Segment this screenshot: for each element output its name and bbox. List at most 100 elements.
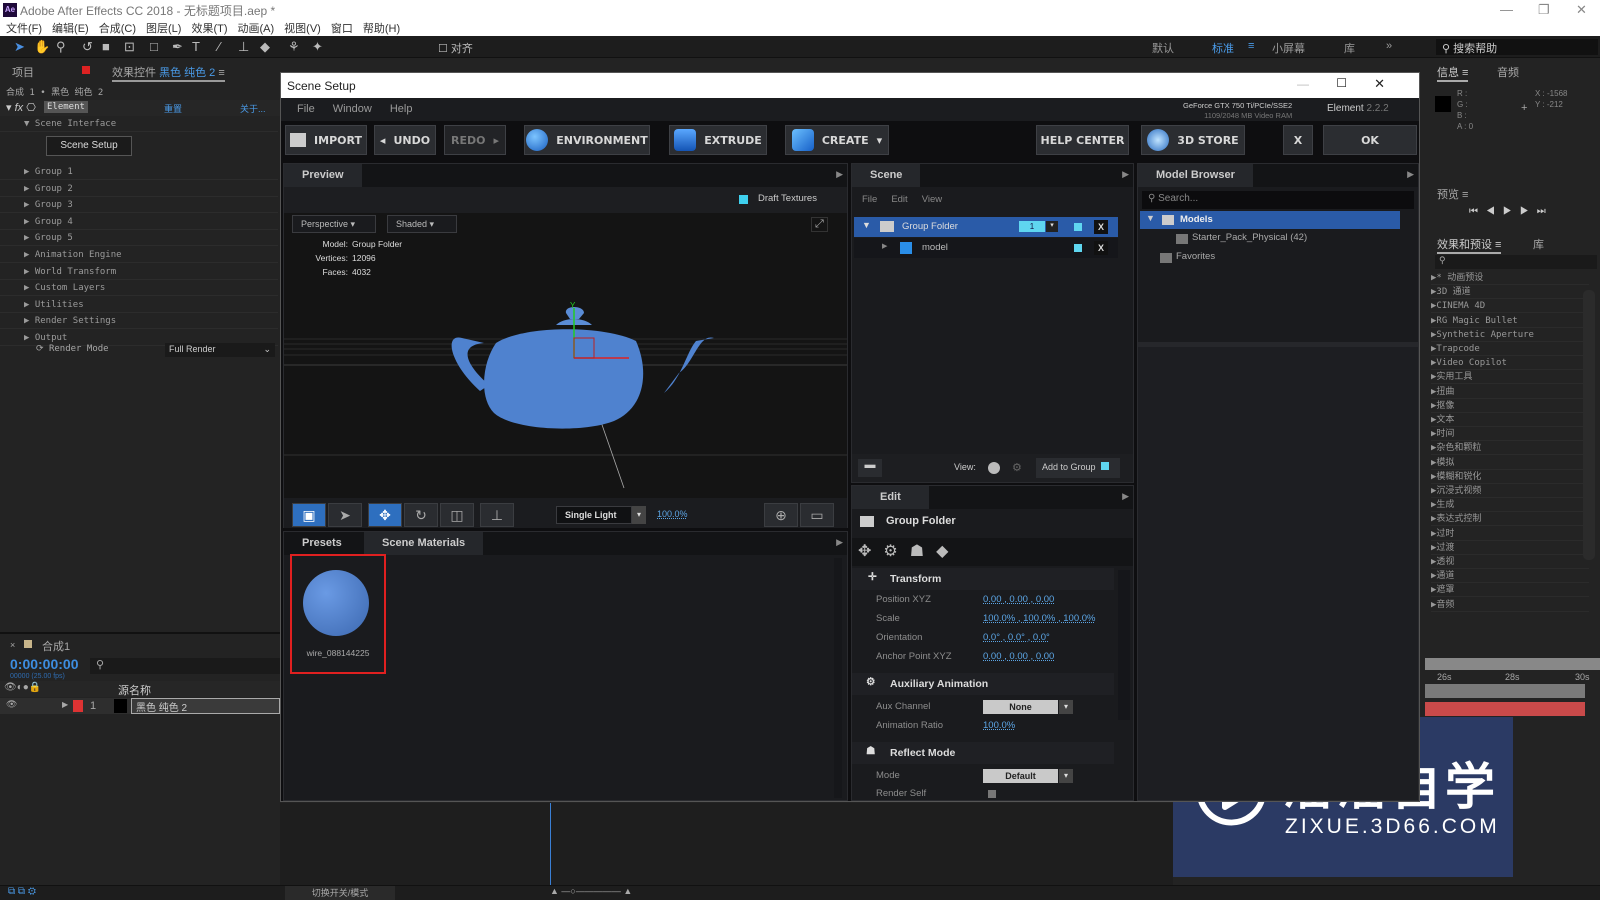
effect-group-row[interactable]: ▶ Group 3 bbox=[0, 197, 278, 214]
axis-tool-icon[interactable]: ⊥ bbox=[480, 503, 514, 527]
tab-project[interactable]: 项目 bbox=[12, 64, 34, 80]
maximize-viewport-icon[interactable]: ⤢ bbox=[811, 217, 828, 232]
stamp-tool-icon[interactable]: ⊥ bbox=[238, 39, 249, 55]
visibility-toggle[interactable] bbox=[1074, 223, 1082, 231]
layer-name[interactable]: 黑色 纯色 2 bbox=[131, 698, 280, 714]
chevron-down-icon[interactable]: ▾ bbox=[1059, 700, 1073, 714]
material-item[interactable]: wire_088144225 bbox=[290, 554, 386, 674]
expand-arrow-icon[interactable]: ▼ bbox=[862, 220, 871, 230]
aux-animation-section[interactable]: ⚙ Auxiliary Animation bbox=[852, 673, 1114, 695]
workspace-small-screen[interactable]: 小屏幕 bbox=[1272, 40, 1305, 56]
work-area-bar[interactable] bbox=[1425, 684, 1585, 698]
scene-menu-edit[interactable]: Edit bbox=[891, 194, 907, 205]
camera-tool-icon[interactable]: ■ bbox=[102, 39, 110, 54]
visibility-toggle[interactable] bbox=[1074, 244, 1082, 252]
effect-group-row[interactable]: ▶ Group 4 bbox=[0, 214, 278, 230]
transform-field-value[interactable]: 0.00 , 0.00 , 0.00 bbox=[983, 651, 1054, 662]
tab-scene[interactable]: Scene bbox=[852, 164, 921, 187]
transform-tab-icon[interactable]: ✥ bbox=[858, 543, 883, 560]
expand-arrow-icon[interactable]: ▶ bbox=[24, 250, 29, 260]
select-tool-icon[interactable]: ➤ bbox=[328, 503, 362, 527]
reflect-tab-icon[interactable]: ☗ bbox=[910, 543, 936, 560]
timecode[interactable]: 0:00:00:00 bbox=[10, 656, 79, 672]
effects-category-item[interactable]: ▶文本 bbox=[1431, 413, 1589, 427]
expand-arrow-icon[interactable]: ▶ bbox=[24, 217, 29, 227]
expand-arrow-icon[interactable]: ▶ bbox=[24, 167, 29, 177]
effects-category-item[interactable]: ▶沉浸式视频 bbox=[1431, 484, 1589, 498]
minimize-icon[interactable]: — bbox=[1500, 2, 1513, 17]
scale-tool-icon[interactable]: ◫ bbox=[440, 503, 474, 527]
toggle-switches-button[interactable]: 切换开关/模式 bbox=[285, 886, 395, 900]
effects-category-item[interactable]: ▶Video Copilot bbox=[1431, 356, 1589, 371]
expand-arrow-icon[interactable]: ▶ bbox=[24, 333, 29, 343]
presets-scrollbar[interactable] bbox=[834, 558, 842, 798]
effects-category-item[interactable]: ▶表达式控制 bbox=[1431, 512, 1589, 527]
tab-presets[interactable]: Presets bbox=[284, 532, 360, 555]
panel-menu-arrow-icon[interactable]: ▶ bbox=[836, 537, 843, 548]
close-tab-icon[interactable]: × bbox=[10, 640, 15, 650]
expand-arrow-icon[interactable]: ▶ bbox=[24, 200, 29, 210]
animation-ratio-value[interactable]: 100.0% bbox=[983, 720, 1015, 731]
model-search-input[interactable]: ⚲ Search... bbox=[1142, 191, 1414, 209]
scene-menu-file[interactable]: File bbox=[862, 194, 877, 205]
ok-button[interactable]: OK bbox=[1323, 125, 1417, 155]
material-tab-icon[interactable]: ◆ bbox=[936, 543, 960, 560]
effect-group-row[interactable]: ▶ Animation Engine bbox=[0, 247, 278, 263]
layer-row[interactable]: 👁 ▶ 1 黑色 纯色 2 bbox=[0, 698, 280, 714]
tree-item-starter-pack[interactable]: Starter_Pack_Physical (42) bbox=[1192, 232, 1307, 243]
render-self-checkbox[interactable] bbox=[988, 790, 996, 798]
effects-category-item[interactable]: ▶模糊和锐化 bbox=[1431, 470, 1589, 484]
chevron-down-icon[interactable]: ▾ bbox=[632, 506, 646, 524]
expand-arrow-icon[interactable]: ▶ bbox=[24, 300, 29, 310]
3d-store-button[interactable]: 3D STORE bbox=[1141, 125, 1245, 155]
puppet-tool-icon[interactable]: ✦ bbox=[312, 39, 323, 55]
text-tool-icon[interactable]: T bbox=[192, 39, 200, 54]
effects-category-item[interactable]: ▶通道 bbox=[1431, 569, 1589, 584]
undo-button[interactable]: ◂ UNDO bbox=[374, 125, 436, 155]
effect-group-row[interactable]: ▶ Group 1 bbox=[0, 164, 278, 180]
effects-category-item[interactable]: ▶* 动画预设 bbox=[1431, 271, 1589, 285]
mode-dropdown[interactable]: Default bbox=[983, 769, 1058, 783]
dialog-menu-window[interactable]: Window bbox=[333, 103, 372, 116]
tree-item-models[interactable]: ▼ Models bbox=[1140, 211, 1400, 229]
menu-edit[interactable]: 编辑(E) bbox=[52, 20, 89, 36]
delete-icon[interactable]: X bbox=[1094, 220, 1108, 234]
tab-library[interactable]: 库 bbox=[1533, 236, 1544, 252]
tab-scene-materials[interactable]: Scene Materials bbox=[364, 532, 484, 555]
effect-group-row[interactable]: ▶ Render Settings bbox=[0, 313, 278, 330]
hand-tool-icon[interactable]: ✋ bbox=[34, 39, 50, 55]
effect-group-row[interactable]: ▶ Group 5 bbox=[0, 230, 278, 247]
chevron-down-icon[interactable]: ▾ bbox=[1046, 221, 1058, 232]
expand-arrow-icon[interactable]: ▶ bbox=[24, 184, 29, 194]
delete-icon[interactable]: X bbox=[1094, 241, 1108, 255]
new-folder-icon[interactable]: ▬ bbox=[858, 459, 882, 477]
timeline-search-input[interactable]: ⚲ bbox=[90, 658, 280, 674]
close-icon[interactable]: ✕ bbox=[1576, 2, 1587, 18]
dialog-menu-help[interactable]: Help bbox=[390, 103, 413, 116]
roto-brush-icon[interactable]: ⚘ bbox=[288, 39, 300, 55]
scene-item-model[interactable]: ▶ model X bbox=[854, 238, 1118, 258]
render-mode-dropdown[interactable]: Full Render ⌄ bbox=[165, 343, 275, 357]
effects-category-item[interactable]: ▶模拟 bbox=[1431, 456, 1589, 470]
3d-viewport[interactable]: Y Perspective ▾ Shaded ▾ ⤢ Model: Vertice… bbox=[284, 213, 847, 498]
playback-controls[interactable]: ⏮◀▶▶⏭ bbox=[1469, 206, 1554, 217]
scene-menu-view[interactable]: View bbox=[922, 194, 942, 205]
reflect-mode-section[interactable]: ☗ Reflect Mode bbox=[852, 742, 1114, 764]
tab-preview[interactable]: Preview bbox=[284, 164, 362, 187]
add-to-group-checkbox[interactable] bbox=[1100, 462, 1109, 470]
menu-animation[interactable]: 动画(A) bbox=[238, 20, 275, 36]
brush-tool-icon[interactable]: ⁄ bbox=[218, 39, 220, 54]
draft-textures-checkbox[interactable] bbox=[739, 195, 748, 204]
restore-icon[interactable]: ❐ bbox=[1538, 2, 1550, 18]
reset-link[interactable]: 重置 bbox=[164, 102, 182, 115]
tab-effect-controls[interactable]: 效果控件 黑色 纯色 2 ≡ bbox=[112, 64, 225, 82]
fx-icon[interactable]: ▾ fx ⎔ bbox=[6, 101, 36, 114]
expand-arrow-icon[interactable]: ▶ bbox=[24, 283, 29, 293]
menu-view[interactable]: 视图(V) bbox=[284, 20, 321, 36]
shape-tool-icon[interactable]: □ bbox=[150, 39, 158, 54]
chevron-down-icon[interactable]: ▾ bbox=[1059, 769, 1073, 783]
workspace-library[interactable]: 库 bbox=[1344, 40, 1355, 56]
selection-tool-icon[interactable]: ➤ bbox=[14, 39, 25, 55]
effects-category-item[interactable]: ▶过渡 bbox=[1431, 541, 1589, 555]
effects-category-item[interactable]: ▶扭曲 bbox=[1431, 385, 1589, 399]
